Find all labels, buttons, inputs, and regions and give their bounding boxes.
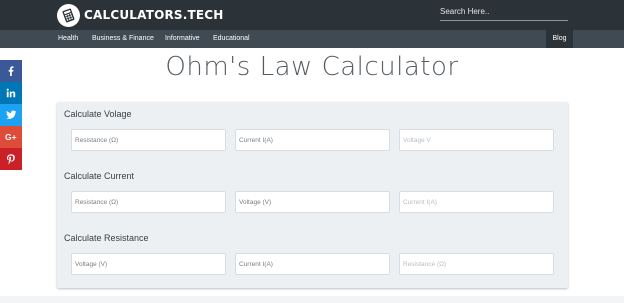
resistance-result-field[interactable] [399, 253, 554, 275]
nav-item-blog[interactable]: Blog [546, 30, 573, 48]
twitter-icon [5, 110, 16, 119]
google-plus-share-button[interactable]: G+ [0, 126, 22, 148]
current-result-field[interactable] [399, 191, 554, 213]
nav-item-educational[interactable]: Educational [213, 30, 250, 48]
resistance-voltage-input[interactable] [71, 253, 226, 275]
footer-divider [0, 296, 624, 303]
pinterest-icon [7, 153, 15, 164]
site-logo[interactable]: CALCULATORS.TECH [57, 3, 224, 27]
linkedin-share-button[interactable] [0, 82, 22, 104]
search-input[interactable] [440, 5, 568, 21]
section-title-voltage: Calculate Volage [64, 109, 132, 119]
svg-text:G+: G+ [5, 132, 17, 142]
top-bar: CALCULATORS.TECH [0, 0, 624, 30]
voltage-result-field[interactable] [399, 129, 554, 151]
twitter-share-button[interactable] [0, 104, 22, 126]
nav-item-informative[interactable]: Informative [165, 30, 200, 48]
main-nav: Health Business & Finance Informative Ed… [0, 30, 624, 48]
calculator-icon [57, 3, 80, 27]
google-plus-icon: G+ [5, 132, 17, 142]
linkedin-icon [6, 88, 16, 98]
page-title: Ohm's Law Calculator [165, 52, 459, 82]
resistance-current-input[interactable] [235, 253, 390, 275]
nav-item-business-finance[interactable]: Business & Finance [92, 30, 154, 48]
section-title-current: Calculate Current [64, 171, 135, 181]
nav-item-health[interactable]: Health [58, 30, 78, 48]
logo-text: CALCULATORS.TECH [84, 8, 224, 22]
voltage-current-input[interactable] [235, 129, 390, 151]
calculator-panel: Calculate Volage Calculate Current Calcu… [57, 102, 568, 288]
voltage-resistance-input[interactable] [71, 129, 226, 151]
current-resistance-input[interactable] [71, 191, 226, 213]
section-title-resistance: Calculate Resistance [64, 233, 149, 243]
pinterest-share-button[interactable] [0, 148, 22, 170]
current-voltage-input[interactable] [235, 191, 390, 213]
